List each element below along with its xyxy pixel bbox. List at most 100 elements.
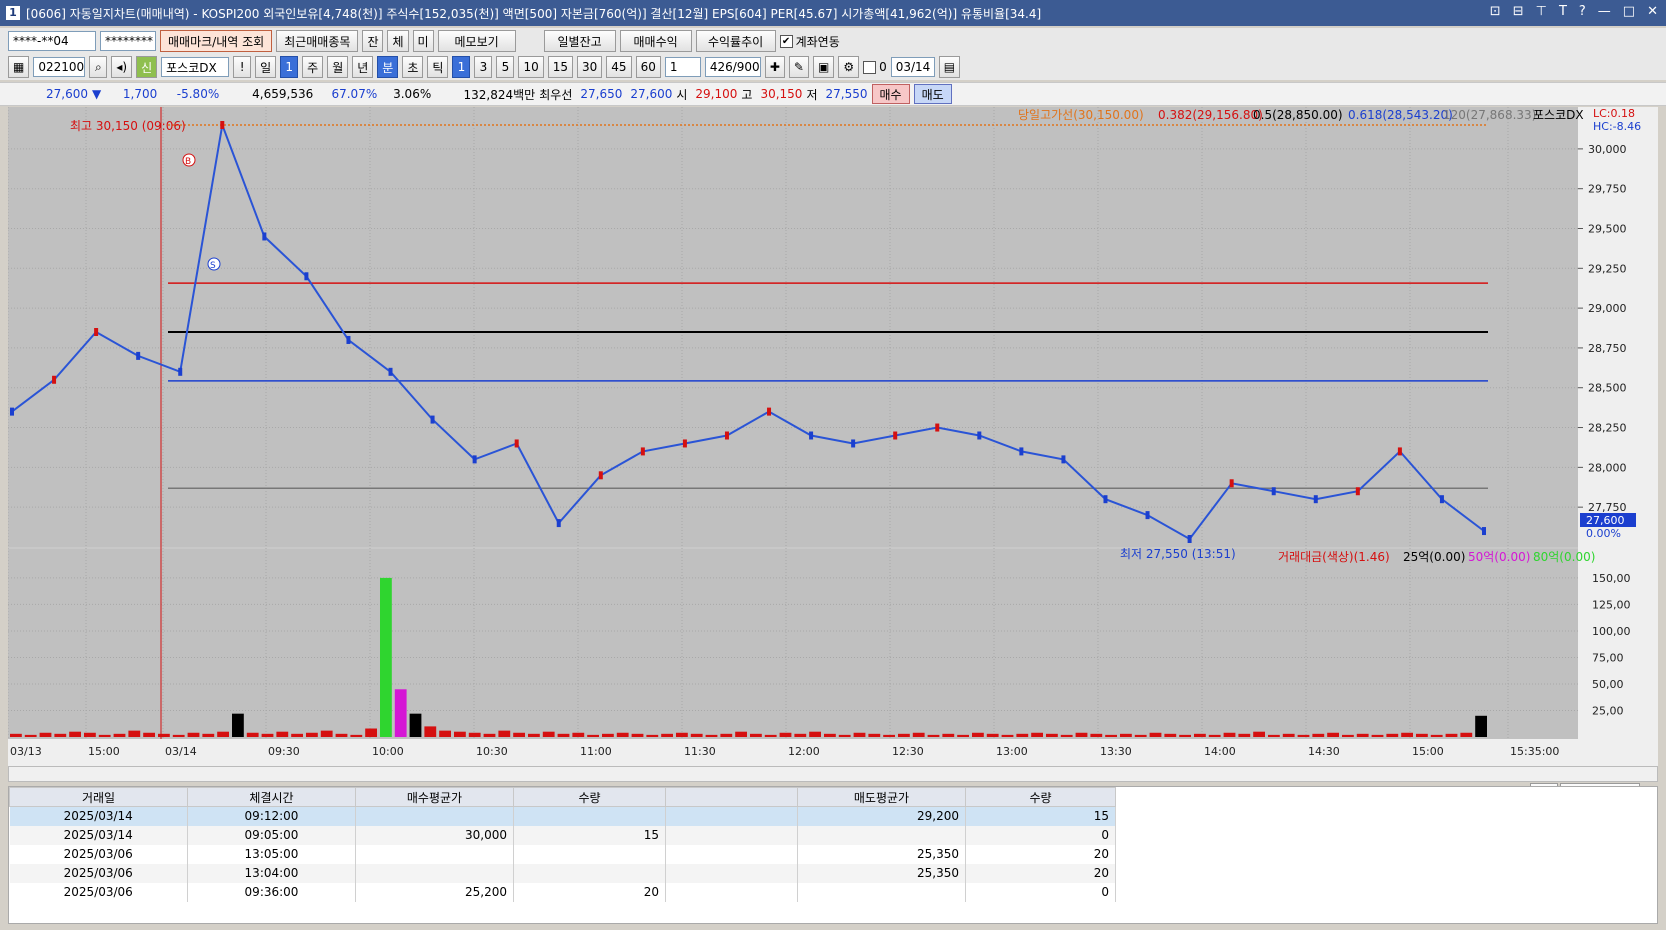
account-link-checkbox[interactable]: ✔ 계좌연동 [779,33,840,50]
crosshair-icon[interactable]: ✚ [764,56,785,78]
price-point [556,519,561,528]
price-point [1229,479,1234,488]
price-tick-label: 28,250 [1588,422,1627,435]
table-row[interactable]: 2025/03/14 09:12:00 29,200 15 [9,806,1116,826]
minute-60-button[interactable]: 60 [635,56,661,78]
table-row[interactable]: 2025/03/06 13:04:00 25,350 20 [9,863,1116,883]
executed-button[interactable]: 체 [387,30,409,52]
minute-45-button[interactable]: 45 [606,56,632,78]
calendar-icon[interactable]: ▤ [938,56,961,78]
col-sell-qty: 수량 [965,787,1116,807]
price-point [52,375,57,384]
table-row[interactable]: 2025/03/06 09:36:00 25,200 20 0 [9,882,1116,902]
period-tick-button[interactable]: 틱 [427,56,449,78]
table-row[interactable]: 2025/03/06 13:05:00 25,350 20 [9,844,1116,864]
profit-trend-button[interactable]: 수익률추이 [695,30,776,52]
open-label: 시 [676,87,688,102]
volume-bar [661,733,673,737]
low-label: 저 [806,87,818,102]
price-point [1355,487,1360,496]
trade-amount: 132,824백만 [463,87,536,102]
price-change: 1,700 [122,87,158,101]
tile-icon[interactable]: ⊟ [1513,4,1524,19]
search-icon[interactable]: ⌕ [89,56,108,78]
period-year-button[interactable]: 년 [352,56,374,78]
volume-bar [794,733,807,737]
save-icon[interactable]: ▣ [812,56,835,78]
volume-bar [54,733,67,737]
trade-mark-button[interactable]: 매매마크/내역 조회 [160,30,273,52]
zero-label: 0 [879,60,887,74]
minimize-icon[interactable]: — [1598,4,1611,19]
pin-icon[interactable]: ⊤ [1536,4,1547,19]
volume-bar [1312,733,1325,737]
period-day-button[interactable]: 일 [255,56,277,78]
trade-profit-button[interactable]: 매매수익 [619,30,692,52]
volume-bar [498,730,511,737]
price-chart[interactable]: 30,000 29,750 29,500 29,250 29,000 28,750 28,5… [8,107,1658,767]
speaker-icon[interactable]: ◂) [111,56,133,78]
buy-button[interactable]: 매수 [871,84,910,104]
table-cell: 2025/03/06 [9,844,188,864]
account-select[interactable]: ****-**04 [8,31,96,51]
table-row[interactable]: 2025/03/14 09:05:00 30,000 15 0 [9,825,1116,845]
table-cell: 25,350 [797,844,966,864]
help-icon[interactable]: ? [1579,4,1586,19]
layout-icon[interactable]: ▦ [8,56,30,78]
period-week-button[interactable]: 주 [302,56,324,78]
recent-trades-button[interactable]: 최근매매종목 [276,30,359,52]
maximize-icon[interactable]: □ [1623,4,1635,19]
balance-button[interactable]: 잔 [362,30,384,52]
unfilled-button[interactable]: 미 [412,30,434,52]
volume-bar [927,734,940,737]
period-second-button[interactable]: 초 [402,56,424,78]
volume-bar [98,734,111,737]
checkbox-box [863,60,877,74]
count-input[interactable]: 1 [664,57,701,77]
minute-3-button[interactable]: 3 [474,56,493,78]
minute-15-button[interactable]: 15 [547,56,573,78]
volume-bar [1075,732,1088,737]
col-exec-time: 체결시간 [187,787,356,807]
checkbox-mark: ✔ [779,34,793,48]
period-month-button[interactable]: 월 [327,56,349,78]
daily-balance-button[interactable]: 일별잔고 [543,30,616,52]
password-field[interactable]: ******** [100,31,156,51]
volume-bar [1134,734,1147,737]
legend-5: 0.5(28,850.00) [1253,108,1343,122]
current-price: 27,600 [46,87,88,101]
table-cell [665,844,798,864]
date-input[interactable]: 03/14 [890,57,935,77]
minute-10-button[interactable]: 10 [518,56,544,78]
volume-bar [1416,733,1428,737]
gear-icon[interactable]: ⚙ [838,56,860,78]
time-tick-label: 14:30 [1308,745,1340,758]
volume-bar [676,732,688,737]
volume-bar [1253,731,1265,737]
font-icon[interactable]: T [1559,4,1567,19]
zero-checkbox[interactable]: 0 [863,60,887,74]
time-tick-label: 12:00 [788,745,820,758]
close-icon[interactable]: ✕ [1647,4,1658,19]
restore-icon[interactable]: ⊡ [1490,4,1501,19]
volume-bar [883,734,895,737]
minute-5-button[interactable]: 5 [496,56,515,78]
sell-button[interactable]: 매도 [913,84,952,104]
legend-hc: HC:-8.46 [1593,120,1641,133]
volume-bar [143,732,155,737]
minute-30-button[interactable]: 30 [577,56,603,78]
minute-1-button[interactable]: 1 [452,56,471,78]
volume-bar [1342,734,1354,737]
draw-tool-icon[interactable]: ✎ [788,56,809,78]
chart-scrollbar[interactable] [8,766,1658,782]
alert-button[interactable]: ! [233,56,252,78]
memo-button[interactable]: 메모보기 [437,30,516,52]
period-day-count[interactable]: 1 [280,56,299,78]
stock-code-input[interactable]: 022100 [33,57,86,77]
legend-prevhigh: 당일고가선(30,150.00) [1018,108,1144,122]
volume-ratio: 67.07% [331,87,378,101]
volume-bar [69,731,81,737]
time-tick-label: 11:00 [580,745,612,758]
period-minute-button[interactable]: 분 [377,56,399,78]
price-point [94,328,99,336]
